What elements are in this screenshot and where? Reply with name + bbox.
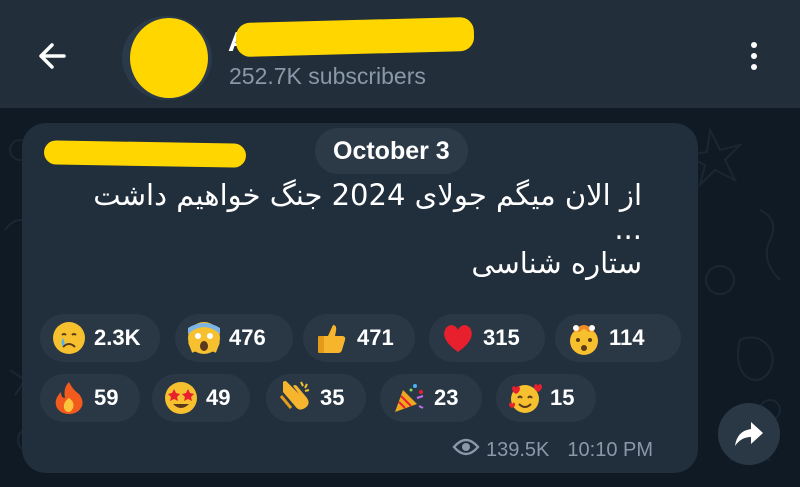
fire-icon <box>50 379 88 417</box>
author-redaction <box>43 140 247 168</box>
message-line: ستاره شناسی <box>471 246 642 280</box>
thumbs-up-icon <box>313 319 351 357</box>
reaction-count: 315 <box>483 325 520 350</box>
reaction-star-struck[interactable]: 49 <box>152 374 250 422</box>
reaction-screaming-face[interactable]: 476 <box>175 314 293 362</box>
channel-avatar[interactable] <box>122 16 212 100</box>
view-count: 139.5K <box>486 438 550 461</box>
reaction-count: 471 <box>357 325 394 350</box>
reaction-party-popper[interactable]: 23 <box>380 374 482 422</box>
reaction-fire[interactable]: 59 <box>40 374 140 422</box>
eye-icon <box>452 437 480 463</box>
reaction-count: 15 <box>550 385 575 410</box>
reaction-count: 2.3K <box>94 325 141 350</box>
exploding-head-icon <box>565 319 603 357</box>
reaction-count: 476 <box>229 325 266 350</box>
message-line: ... <box>614 212 642 246</box>
message-meta: 139.5K 10:10 PM <box>452 436 653 464</box>
star-struck-icon <box>162 379 200 417</box>
reaction-crying-face[interactable]: 2.3K <box>40 314 160 362</box>
reaction-red-heart[interactable]: 315 <box>429 314 545 362</box>
reaction-count: 23 <box>434 385 459 410</box>
message-line: از الان میگم جولای 2024 جنگ خواهیم داشت <box>93 178 642 212</box>
more-vertical-icon <box>751 42 757 48</box>
subscriber-count: 252.7K subscribers <box>229 63 426 89</box>
arrow-left-icon <box>39 43 66 69</box>
smiling-face-with-hearts-icon <box>506 379 544 417</box>
reaction-smiling-face-with-hearts[interactable]: 15 <box>496 374 596 422</box>
party-popper-icon <box>390 379 428 417</box>
reaction-count: 35 <box>320 385 345 410</box>
date-badge: October 3 <box>315 128 468 174</box>
share-arrow-icon <box>735 422 763 446</box>
message-time: 10:10 PM <box>567 438 653 461</box>
screaming-face-icon <box>185 319 223 357</box>
reaction-exploding-head[interactable]: 114 <box>555 314 681 362</box>
channel-name-redaction <box>235 16 475 58</box>
chat-header: A 252.7K subscribers <box>0 0 800 110</box>
reaction-count: 59 <box>94 385 119 410</box>
avatar-redaction <box>130 18 208 98</box>
reaction-count: 114 <box>609 325 645 350</box>
more-options-button[interactable] <box>740 38 768 74</box>
message-text: از الان میگم جولای 2024 جنگ خواهیم داشت … <box>42 176 642 282</box>
red-heart-icon <box>439 319 477 357</box>
crying-face-icon <box>50 319 88 357</box>
reaction-count: 49 <box>206 385 231 410</box>
back-button[interactable] <box>30 34 74 78</box>
clapping-hands-icon <box>276 379 314 417</box>
share-button[interactable] <box>718 403 780 465</box>
reaction-clapping-hands[interactable]: 35 <box>266 374 366 422</box>
reaction-thumbs-up[interactable]: 471 <box>303 314 415 362</box>
